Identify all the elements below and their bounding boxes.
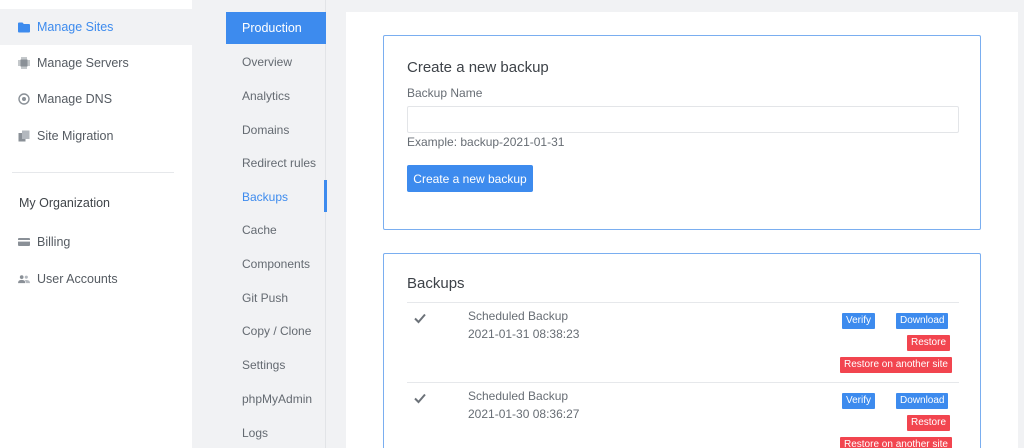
subnav-item-backups[interactable]: Backups — [242, 189, 288, 205]
backup-name: Scheduled Backup — [468, 389, 569, 403]
folder-icon — [18, 21, 30, 33]
globe-icon — [18, 93, 30, 105]
main-content: Create a new backup Backup Name Example:… — [346, 12, 1018, 448]
subnav-item-cache[interactable]: Cache — [242, 222, 277, 238]
sidebar-item-label: Manage DNS — [37, 92, 113, 106]
restore-on-another-site-button[interactable]: Restore on another site — [840, 357, 952, 373]
sidebar-divider — [12, 172, 174, 173]
sidebar-item-label: Site Migration — [37, 129, 114, 143]
subnav-item-git-push[interactable]: Git Push — [242, 290, 288, 306]
subnav-item-components[interactable]: Components — [242, 256, 310, 272]
backup-timestamp: 2021-01-30 08:36:27 — [468, 407, 580, 421]
sidebar-item-manage-dns[interactable]: Manage DNS — [0, 81, 192, 117]
sidebar-item-label: User Accounts — [37, 272, 118, 286]
sidebar-item-manage-sites[interactable]: Manage Sites — [0, 9, 192, 45]
restore-on-another-site-button[interactable]: Restore on another site — [840, 437, 952, 448]
subnav-item-logs[interactable]: Logs — [242, 425, 268, 441]
subnav-item-redirect-rules[interactable]: Redirect rules — [242, 155, 316, 171]
sidebar-item-manage-servers[interactable]: Manage Servers — [0, 45, 192, 81]
copy-icon — [18, 130, 30, 142]
backups-title: Backups — [407, 275, 465, 292]
active-subnav-indicator — [324, 180, 327, 212]
check-icon — [414, 313, 426, 324]
subnav-item-phpmyadmin[interactable]: phpMyAdmin — [242, 391, 312, 407]
subnav-item-domains[interactable]: Domains — [242, 122, 289, 138]
organization-heading: My Organization — [19, 196, 111, 210]
sidebar-item-label: Manage Servers — [37, 56, 129, 70]
backup-name-hint: Example: backup-2021-01-31 — [407, 135, 565, 149]
sidebar-item-site-migration[interactable]: Site Migration — [0, 118, 192, 154]
create-backup-title: Create a new backup — [407, 59, 549, 76]
verify-button[interactable]: Verify — [842, 313, 876, 329]
subnav-item-copy-clone[interactable]: Copy / Clone — [242, 323, 311, 339]
tab-production[interactable]: Production — [226, 12, 326, 44]
backup-timestamp: 2021-01-31 08:38:23 — [468, 327, 580, 341]
site-subnav: Production Overview Analytics Domains Re… — [192, 0, 326, 448]
backup-name: Scheduled Backup — [468, 309, 569, 323]
backup-name-input[interactable] — [407, 106, 959, 133]
users-icon — [18, 273, 30, 285]
verify-button[interactable]: Verify — [842, 393, 876, 409]
chip-icon — [18, 57, 30, 69]
download-button[interactable]: Download — [896, 393, 949, 409]
backups-card: Backups Scheduled Backup 2021-01-31 08:3… — [383, 253, 981, 448]
sidebar-item-label: Billing — [37, 235, 71, 249]
backup-row: Scheduled Backup 2021-01-30 08:36:27 Ver… — [407, 382, 959, 448]
sidebar-item-user-accounts[interactable]: User Accounts — [0, 261, 192, 297]
create-backup-button[interactable]: Create a new backup — [407, 165, 533, 192]
main-sidebar: Manage Sites Manage Servers Manage DNS S… — [0, 0, 192, 448]
restore-button[interactable]: Restore — [907, 335, 951, 351]
subnav-item-settings[interactable]: Settings — [242, 357, 285, 373]
check-icon — [414, 393, 426, 404]
subnav-item-analytics[interactable]: Analytics — [242, 88, 290, 104]
backup-row: Scheduled Backup 2021-01-31 08:38:23 Ver… — [407, 302, 959, 382]
backup-name-label: Backup Name — [407, 86, 483, 100]
sidebar-item-billing[interactable]: Billing — [0, 224, 192, 260]
sidebar-item-label: Manage Sites — [37, 20, 114, 34]
subnav-item-overview[interactable]: Overview — [242, 54, 292, 70]
credit-card-icon — [18, 236, 30, 248]
download-button[interactable]: Download — [896, 313, 949, 329]
create-backup-card: Create a new backup Backup Name Example:… — [383, 35, 981, 230]
restore-button[interactable]: Restore — [907, 415, 951, 431]
